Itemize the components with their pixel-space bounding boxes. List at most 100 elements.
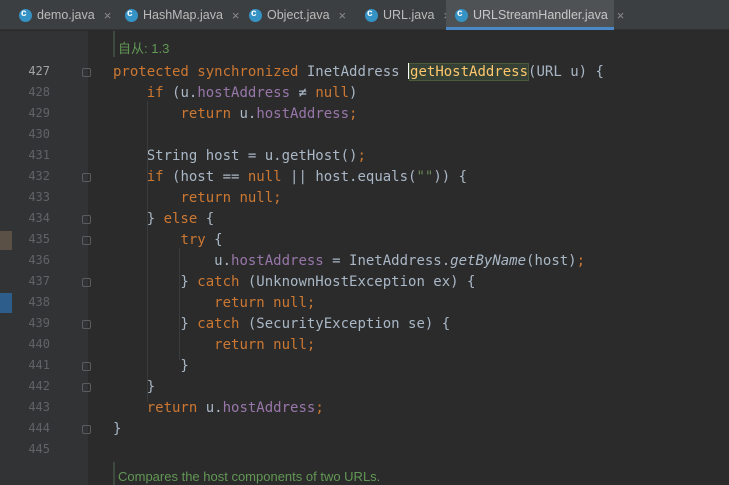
- code-line: return u.hostAddress;: [113, 398, 324, 419]
- code-token: || host.equals(: [290, 169, 417, 185]
- code-line: } else {: [113, 209, 214, 230]
- code-token: try: [180, 232, 215, 248]
- fold-toggle-icon[interactable]: [82, 425, 91, 434]
- doc-compares-text: Compares the host components of two URLs…: [118, 469, 381, 484]
- line-number: 438: [28, 295, 50, 309]
- indent-guide: [147, 101, 148, 402]
- code-token: u.: [239, 106, 257, 122]
- fold-toggle-icon[interactable]: [82, 215, 91, 224]
- code-token: {: [214, 232, 223, 248]
- class-icon: c: [455, 8, 468, 22]
- code-token: (UnknownHostException ex) {: [247, 274, 476, 290]
- selection-marker: [0, 293, 12, 313]
- code-token: null: [247, 169, 291, 185]
- code-line: u.hostAddress = InetAddress.getByName(ho…: [113, 251, 585, 272]
- code-line: protected synchronized InetAddress getHo…: [113, 62, 604, 83]
- code-token: }: [113, 211, 164, 227]
- line-number: 435: [28, 232, 50, 246]
- code-token: ;: [357, 148, 366, 164]
- line-number-gutter: 427 428 429 430 431 432 433 434 435 436 437 438 439 4…: [12, 31, 91, 485]
- code-line: return null;: [113, 188, 282, 209]
- code-line: if (u.hostAddress ≠ null): [113, 83, 358, 104]
- code-line: } catch (UnknownHostException ex) {: [113, 272, 475, 293]
- code-token: }: [113, 421, 122, 437]
- code-line: return null;: [113, 293, 315, 314]
- tab-urlstreamhandler-java[interactable]: c URLStreamHandler.java ×: [446, 0, 624, 30]
- code-token: u.: [205, 400, 223, 416]
- line-number: 427: [28, 64, 50, 78]
- code-token: ;: [349, 106, 358, 122]
- doc-comment-bar-top: [113, 31, 115, 57]
- line-number: 428: [28, 85, 50, 99]
- code-token: else: [163, 211, 206, 227]
- tab-label: URL.java: [383, 8, 435, 22]
- code-token: ≠: [290, 85, 316, 101]
- code-line: }: [113, 419, 121, 440]
- code-token: (host): [526, 253, 577, 269]
- fold-toggle-icon[interactable]: [82, 362, 91, 371]
- code-token: hostAddress: [231, 253, 324, 269]
- code-token: return null;: [180, 190, 282, 206]
- close-icon[interactable]: ×: [339, 8, 347, 23]
- code-token: }: [113, 274, 198, 290]
- code-token: catch: [197, 316, 248, 332]
- close-icon[interactable]: ×: [104, 8, 112, 23]
- fold-toggle-icon[interactable]: [82, 173, 91, 182]
- line-number: 432: [28, 169, 50, 183]
- code-token: {: [205, 211, 215, 227]
- left-tool-strip: [0, 31, 12, 485]
- close-icon[interactable]: ×: [232, 8, 240, 23]
- code-token: InetAddress: [306, 64, 409, 80]
- code-token: catch: [197, 274, 248, 290]
- tab-label: URLStreamHandler.java: [473, 8, 608, 22]
- class-icon: c: [125, 8, 138, 22]
- fold-toggle-icon[interactable]: [82, 278, 91, 287]
- fold-toggle-icon[interactable]: [82, 320, 91, 329]
- code-token: ;: [315, 400, 324, 416]
- code-token: )) {: [433, 169, 468, 185]
- code-line: } catch (SecurityException se) {: [113, 314, 450, 335]
- indent-guide: [179, 248, 180, 360]
- editor-tab-bar: c demo.java × c HashMap.java × c Object.java × c U…: [0, 0, 729, 30]
- bookmark-marker: [0, 231, 12, 250]
- class-icon: c: [249, 8, 262, 22]
- fold-toggle-icon[interactable]: [82, 68, 91, 77]
- code-token: hostAddress: [197, 85, 291, 101]
- code-token: null: [315, 85, 350, 101]
- code-token: return null;: [214, 295, 316, 311]
- code-token: protected synchronized: [113, 64, 307, 80]
- tab-hashmap-java[interactable]: c HashMap.java ×: [116, 0, 240, 30]
- line-number: 433: [28, 190, 50, 204]
- code-line: String host = u.getHost();: [113, 146, 366, 167]
- tab-url-java[interactable]: cURL.java×: [356, 0, 451, 30]
- code-token: getByName: [450, 253, 527, 269]
- code-token: }: [113, 379, 156, 395]
- line-number: 430: [28, 127, 50, 141]
- code-token: }: [113, 316, 198, 332]
- code-line: }: [113, 356, 188, 377]
- code-token: (u.: [172, 85, 198, 101]
- tab-demo-java[interactable]: c demo.java ×: [10, 0, 116, 30]
- code-line: if (host == null || host.equals("")) {: [113, 167, 467, 188]
- code-token: "": [416, 169, 434, 185]
- fold-toggle-icon[interactable]: [82, 236, 91, 245]
- tab-label: Object.java: [267, 8, 330, 22]
- line-number: 443: [28, 400, 50, 414]
- fold-toggle-icon[interactable]: [82, 383, 91, 392]
- doc-since-text: 自从: 1.3: [118, 41, 170, 56]
- close-icon[interactable]: ×: [617, 8, 625, 23]
- code-token: (host ==: [172, 169, 248, 185]
- code-token: (SecurityException se) {: [247, 316, 451, 332]
- line-number: 439: [28, 316, 50, 330]
- line-number: 431: [28, 148, 50, 162]
- tab-object-java[interactable]: c Object.java ×: [240, 0, 356, 30]
- code-token: String host = u.getHost(): [113, 148, 358, 164]
- line-number: 442: [28, 379, 50, 393]
- code-token: return null;: [214, 337, 316, 353]
- doc-comment-bar-bottom: [113, 462, 115, 485]
- line-number: 436: [28, 253, 50, 267]
- class-icon: c: [19, 8, 32, 22]
